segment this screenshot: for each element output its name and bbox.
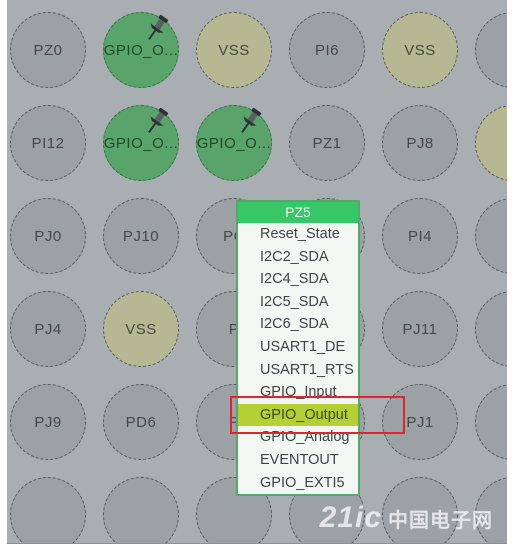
pin-label: GPIO_O... bbox=[196, 134, 272, 152]
pin-1-2[interactable]: VSS bbox=[196, 12, 272, 88]
pin-label: PJ8 bbox=[406, 134, 434, 152]
menu-item-eventout[interactable]: EVENTOUT bbox=[238, 449, 358, 472]
menu-item-i2c6-sda[interactable]: I2C6_SDA bbox=[238, 313, 358, 336]
pin-label: PZ1 bbox=[312, 134, 342, 152]
pin-5-1[interactable]: PD6 bbox=[103, 384, 179, 460]
menu-item-list: Reset_State I2C2_SDA I2C4_SDA I2C5_SDA I2C6_… bbox=[238, 223, 358, 494]
pin-1-4[interactable]: VSS bbox=[382, 12, 458, 88]
pin-label: PI12 bbox=[31, 134, 65, 152]
pin-4-1[interactable]: VSS bbox=[103, 291, 179, 367]
pin-2-4[interactable]: PJ8 bbox=[382, 105, 458, 181]
pin-4-5[interactable]: V bbox=[475, 291, 507, 367]
menu-item-gpio-exti5[interactable]: GPIO_EXTI5 bbox=[238, 472, 358, 495]
pin-label: PD6 bbox=[125, 413, 157, 431]
pin-label: GPIO_O... bbox=[103, 41, 179, 59]
pin-label: PJ1 bbox=[406, 413, 434, 431]
pin-4-4[interactable]: PJ11 bbox=[382, 291, 458, 367]
pin-label: PZ0 bbox=[33, 41, 63, 59]
menu-item-gpio-input[interactable]: GPIO_Input bbox=[238, 381, 358, 404]
pushpin-icon bbox=[241, 107, 262, 134]
menu-item-i2c5-sda[interactable]: I2C5_SDA bbox=[238, 291, 358, 314]
pin-2-0[interactable]: PI12 bbox=[10, 105, 86, 181]
pin-2-2[interactable]: GPIO_O... bbox=[196, 105, 272, 181]
pin-2-1[interactable]: GPIO_O... bbox=[103, 105, 179, 181]
pin-label: PJ9 bbox=[34, 413, 62, 431]
pin-1-0[interactable]: PZ0 bbox=[10, 12, 86, 88]
menu-title: PZ5 bbox=[238, 202, 358, 223]
menu-item-i2c2-sda[interactable]: I2C2_SDA bbox=[238, 246, 358, 269]
pin-label: PJ4 bbox=[34, 320, 62, 338]
menu-item-usart1-rts[interactable]: USART1_RTS bbox=[238, 359, 358, 382]
menu-item-i2c4-sda[interactable]: I2C4_SDA bbox=[238, 268, 358, 291]
pin-label: PJ0 bbox=[34, 227, 62, 245]
menu-item-reset-state[interactable]: Reset_State bbox=[238, 223, 358, 246]
pin-1-1[interactable]: GPIO_O... bbox=[103, 12, 179, 88]
watermark-suffix: 中国电子网 bbox=[388, 510, 493, 532]
pushpin-icon bbox=[148, 14, 169, 41]
pin-6-0[interactable] bbox=[10, 477, 86, 543]
pin-5-4[interactable]: PJ1 bbox=[382, 384, 458, 460]
pin-2-5[interactable]: V bbox=[475, 105, 507, 181]
pin-context-menu: PZ5 Reset_State I2C2_SDA I2C4_SDA I2C5_SDA I… bbox=[236, 200, 360, 497]
pin-label: PJ11 bbox=[402, 320, 438, 338]
pin-3-1[interactable]: PJ10 bbox=[103, 198, 179, 274]
pin-3-5[interactable] bbox=[475, 198, 507, 274]
menu-item-gpio-analog[interactable]: GPIO_Analog bbox=[238, 426, 358, 449]
pin-2-3[interactable]: PZ1 bbox=[289, 105, 365, 181]
pin-label: PJ10 bbox=[122, 227, 160, 245]
pin-label: VSS bbox=[404, 41, 436, 59]
pin-label: PI6 bbox=[314, 41, 339, 59]
watermark-logo: 21ic 中国电子网 bbox=[320, 501, 493, 535]
pin-5-5[interactable] bbox=[475, 384, 507, 460]
pin-6-1[interactable] bbox=[103, 477, 179, 543]
pushpin-icon bbox=[148, 107, 169, 134]
pin-label: VSS bbox=[125, 320, 157, 338]
watermark-brand: 21ic bbox=[319, 501, 382, 534]
pin-3-0[interactable]: PJ0 bbox=[10, 198, 86, 274]
pin-4-0[interactable]: PJ4 bbox=[10, 291, 86, 367]
pin-label: VSS bbox=[218, 41, 250, 59]
pin-1-3[interactable]: PI6 bbox=[289, 12, 365, 88]
pin-5-0[interactable]: PJ9 bbox=[10, 384, 86, 460]
pin-label: PI4 bbox=[407, 227, 432, 245]
menu-item-usart1-de[interactable]: USART1_DE bbox=[238, 336, 358, 359]
pin-1-5[interactable] bbox=[475, 12, 507, 88]
menu-item-gpio-output[interactable]: GPIO_Output bbox=[238, 403, 358, 427]
pin-3-4[interactable]: PI4 bbox=[382, 198, 458, 274]
pin-label: GPIO_O... bbox=[103, 134, 179, 152]
pinout-view: PI5PI15PZ3PH12VSSVPZ0GPIO_O...VSSPI6VSSP… bbox=[7, 0, 507, 544]
